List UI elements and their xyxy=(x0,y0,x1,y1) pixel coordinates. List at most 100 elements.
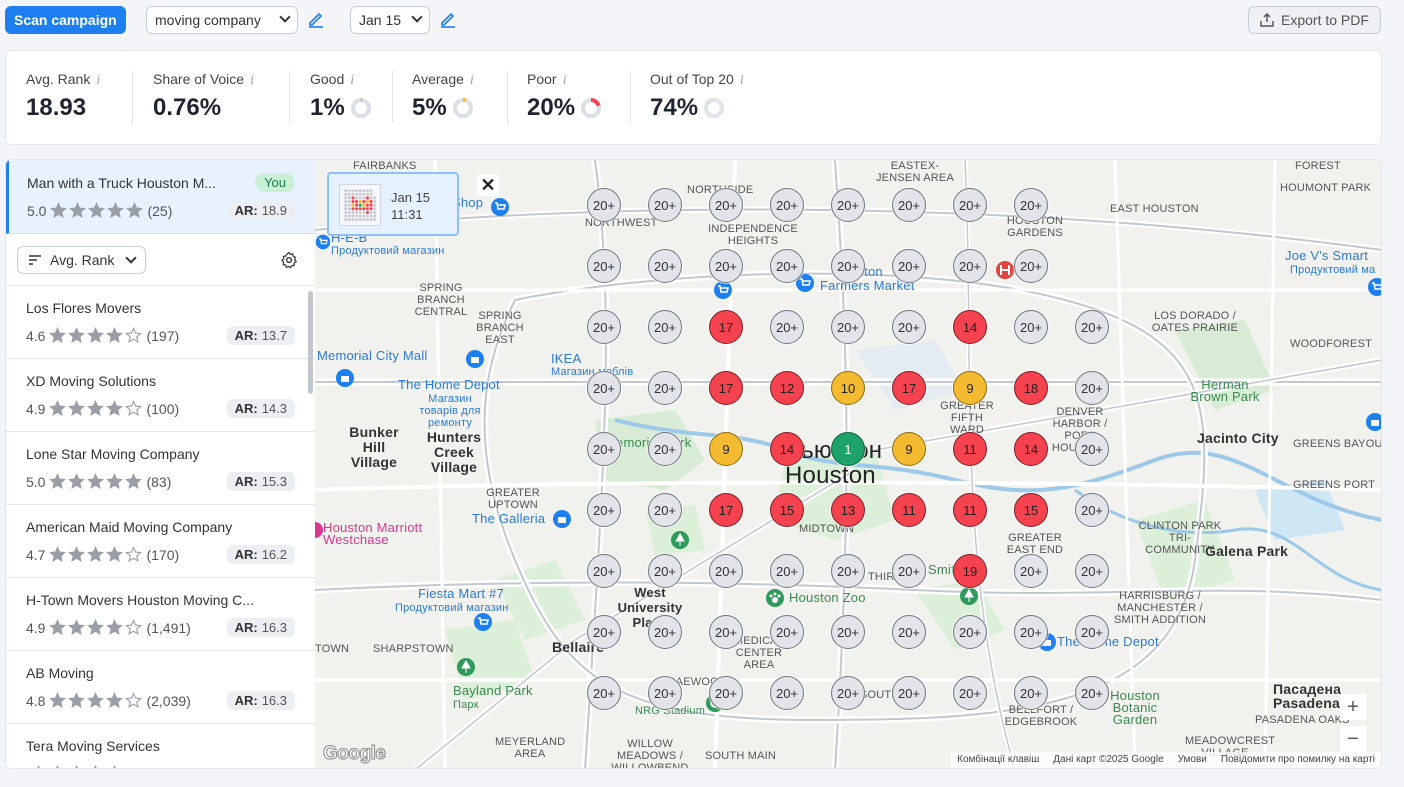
competitor-row[interactable]: American Maid Moving Company 4.7 (170) AR: 1… xyxy=(6,505,315,578)
rank-marker[interactable]: 20+ xyxy=(587,249,621,283)
rank-marker[interactable]: 11 xyxy=(953,493,987,527)
date-select[interactable]: Jan 15 xyxy=(350,6,430,34)
rank-marker[interactable]: 20+ xyxy=(587,188,621,222)
attrib-terms[interactable]: Умови xyxy=(1178,754,1207,766)
rank-marker[interactable]: 20+ xyxy=(1014,310,1048,344)
rank-grid-map[interactable]: FAIRBANKS NORTHWEST NORTHSIDE INDEPENDEN… xyxy=(315,159,1382,769)
competitor-row[interactable]: XD Moving Solutions 4.9 (100) AR: 14.3 xyxy=(6,359,315,432)
rank-marker[interactable]: 20+ xyxy=(831,676,865,710)
rank-marker[interactable]: 15 xyxy=(770,493,804,527)
shopping-bag-pin-icon[interactable] xyxy=(1365,412,1382,432)
rank-marker[interactable]: 20+ xyxy=(831,188,865,222)
edit-keyword-icon[interactable] xyxy=(307,10,325,28)
rank-marker[interactable]: 20+ xyxy=(770,249,804,283)
rank-marker[interactable]: 20+ xyxy=(892,615,926,649)
info-icon[interactable]: i xyxy=(470,73,474,89)
rank-marker[interactable]: 14 xyxy=(1014,432,1048,466)
rank-marker[interactable]: 20+ xyxy=(892,249,926,283)
rank-marker[interactable]: 11 xyxy=(892,493,926,527)
rank-marker[interactable]: 20+ xyxy=(709,615,743,649)
own-business-card[interactable]: Man with a Truck Houston M... You 5.0 (2… xyxy=(6,160,315,234)
zoom-out-button[interactable]: − xyxy=(1340,726,1366,752)
scan-campaign-button[interactable]: Scan campaign xyxy=(5,6,126,34)
rank-marker[interactable]: 14 xyxy=(770,432,804,466)
rank-marker[interactable]: 9 xyxy=(953,371,987,405)
rank-marker[interactable]: 20+ xyxy=(892,188,926,222)
rank-marker[interactable]: 9 xyxy=(709,432,743,466)
shopping-bag-pin-icon[interactable] xyxy=(335,368,355,388)
info-icon[interactable]: i xyxy=(350,73,354,89)
export-pdf-button[interactable]: Export to PDF xyxy=(1248,6,1381,34)
rank-marker[interactable]: 20+ xyxy=(709,554,743,588)
hotel-pin-icon[interactable] xyxy=(315,520,323,540)
rank-marker[interactable]: 20+ xyxy=(648,432,682,466)
rank-marker[interactable]: 20+ xyxy=(1014,249,1048,283)
shopping-cart-pin-icon[interactable] xyxy=(713,280,733,300)
rank-marker[interactable]: 20+ xyxy=(709,249,743,283)
hospital-pin-icon[interactable] xyxy=(995,260,1015,280)
rank-marker[interactable]: 20+ xyxy=(1014,554,1048,588)
park-pin-icon[interactable] xyxy=(959,586,979,606)
rank-marker[interactable]: 13 xyxy=(831,493,865,527)
edit-date-icon[interactable] xyxy=(439,10,457,28)
rank-marker[interactable]: 20+ xyxy=(770,310,804,344)
rank-marker[interactable]: 17 xyxy=(892,371,926,405)
rank-marker[interactable]: 20+ xyxy=(953,615,987,649)
rank-marker[interactable]: 20+ xyxy=(892,554,926,588)
rank-marker[interactable]: 20+ xyxy=(648,554,682,588)
shopping-cart-pin-icon[interactable] xyxy=(1367,277,1382,297)
info-icon[interactable]: i xyxy=(740,73,744,89)
close-icon[interactable]: ✕ xyxy=(477,174,499,196)
rank-marker[interactable]: 12 xyxy=(770,371,804,405)
rank-marker[interactable]: 17 xyxy=(709,310,743,344)
rank-marker[interactable]: 20+ xyxy=(1075,676,1109,710)
shopping-cart-pin-icon[interactable] xyxy=(490,197,510,217)
rank-marker[interactable]: 20+ xyxy=(892,310,926,344)
rank-marker[interactable]: 20+ xyxy=(648,310,682,344)
rank-marker[interactable]: 20+ xyxy=(1075,554,1109,588)
rank-marker[interactable]: 20+ xyxy=(709,676,743,710)
keyword-select[interactable]: moving company xyxy=(146,6,298,34)
rank-marker[interactable]: 20+ xyxy=(953,676,987,710)
rank-marker[interactable]: 20+ xyxy=(587,310,621,344)
paw-pin-icon[interactable] xyxy=(765,588,785,608)
competitor-row[interactable]: Los Flores Movers 4.6 (197) AR: 13.7 xyxy=(6,286,315,359)
rank-marker[interactable]: 20+ xyxy=(831,310,865,344)
rank-marker[interactable]: 20+ xyxy=(953,188,987,222)
park-pin-icon[interactable] xyxy=(456,657,476,677)
rank-marker[interactable]: 20+ xyxy=(831,615,865,649)
rank-marker[interactable]: 1 xyxy=(831,432,865,466)
rank-marker[interactable]: 20+ xyxy=(648,493,682,527)
rank-marker[interactable]: 20+ xyxy=(892,676,926,710)
shopping-bag-pin-icon[interactable] xyxy=(552,509,572,529)
scrollbar[interactable] xyxy=(308,291,313,394)
competitor-row[interactable]: AB Moving 4.8 (2,039) AR: 16.3 xyxy=(6,651,315,724)
rank-marker[interactable]: 20+ xyxy=(587,432,621,466)
rank-marker[interactable]: 20+ xyxy=(770,676,804,710)
rank-marker[interactable]: 17 xyxy=(709,371,743,405)
gear-icon[interactable] xyxy=(280,251,298,269)
rank-marker[interactable]: 14 xyxy=(953,310,987,344)
rank-marker[interactable]: 9 xyxy=(892,432,926,466)
zoom-in-button[interactable]: + xyxy=(1340,694,1366,720)
rank-marker[interactable]: 20+ xyxy=(770,615,804,649)
rank-marker[interactable]: 20+ xyxy=(709,188,743,222)
rank-marker[interactable]: 20+ xyxy=(587,493,621,527)
shopping-bag-pin-icon[interactable] xyxy=(465,349,485,369)
rank-marker[interactable]: 20+ xyxy=(1075,310,1109,344)
rank-marker[interactable]: 15 xyxy=(1014,493,1048,527)
rank-marker[interactable]: 20+ xyxy=(831,249,865,283)
info-icon[interactable]: i xyxy=(96,73,100,89)
rank-marker[interactable]: 20+ xyxy=(770,188,804,222)
info-icon[interactable]: i xyxy=(563,73,567,89)
rank-marker[interactable]: 20+ xyxy=(1014,676,1048,710)
rank-marker[interactable]: 20+ xyxy=(1014,615,1048,649)
rank-marker[interactable]: 20+ xyxy=(1075,371,1109,405)
rank-marker[interactable]: 20+ xyxy=(1014,188,1048,222)
rank-marker[interactable]: 20+ xyxy=(587,676,621,710)
rank-marker[interactable]: 17 xyxy=(709,493,743,527)
competitor-row[interactable]: Lone Star Moving Company 5.0 (83) AR: 15.3 xyxy=(6,432,315,505)
rank-marker[interactable]: 20+ xyxy=(648,615,682,649)
rank-marker[interactable]: 20+ xyxy=(648,249,682,283)
rank-marker[interactable]: 20+ xyxy=(1075,432,1109,466)
